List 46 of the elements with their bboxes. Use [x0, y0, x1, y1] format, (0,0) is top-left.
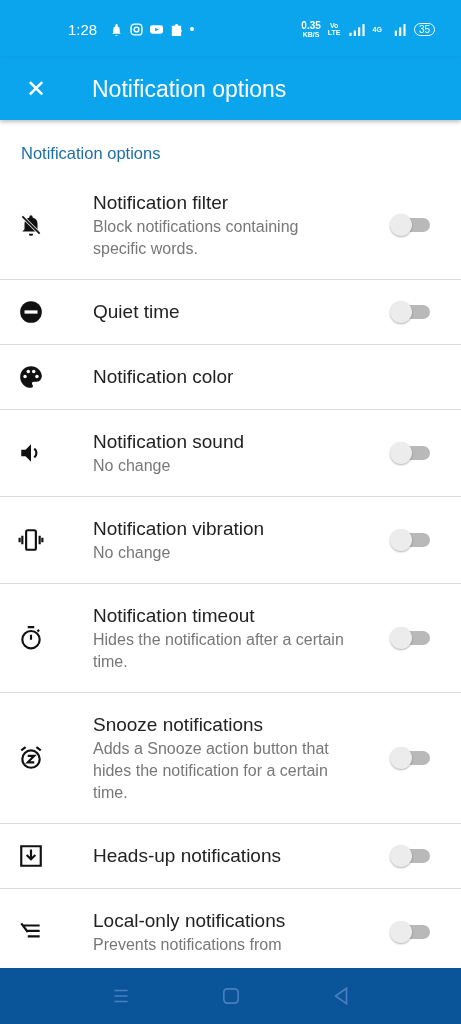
puzzle-icon: [170, 22, 184, 36]
screen-title: Notification options: [92, 75, 287, 103]
toggle-switch[interactable]: [390, 214, 430, 236]
setting-title: Notification sound: [93, 430, 246, 454]
toggle-switch[interactable]: [390, 442, 430, 464]
setting-title: Snooze notifications: [93, 713, 265, 737]
settings-row[interactable]: Snooze notifications Adds a Snooze action button that hides the notification for a certain time.: [0, 693, 461, 824]
signal-icon: [347, 22, 366, 36]
play-icon: [150, 22, 164, 36]
toggle-switch[interactable]: [390, 921, 430, 943]
settings-row[interactable]: Notification sound No change: [0, 410, 461, 497]
toggle-switch[interactable]: [390, 301, 430, 323]
setting-description: Prevents notifications from: [93, 935, 283, 955]
setting-title: Quiet time: [93, 300, 181, 324]
palette-icon: [17, 364, 44, 390]
bell-icon: [110, 22, 124, 36]
setting-description: Adds a Snooze action button that hides the notification for a certain time.: [93, 739, 330, 803]
settings-row[interactable]: Local-only notifications Prevents notifications from: [0, 889, 461, 966]
vibration-icon: [17, 527, 44, 553]
camera-icon: [130, 22, 144, 36]
toggle-switch[interactable]: [390, 747, 430, 769]
setting-title: Notification color: [93, 365, 235, 389]
dot-icon: [190, 27, 195, 31]
download-box-icon: [17, 843, 44, 869]
setting-title: Heads-up notifications: [93, 844, 282, 868]
setting-title: Notification filter: [93, 191, 230, 215]
setting-title: Notification timeout: [93, 604, 256, 628]
settings-row[interactable]: Quiet time: [0, 280, 461, 345]
minus-circle-icon: [17, 299, 44, 325]
setting-description: Block notifications containing specific words.: [93, 217, 300, 259]
setting-description: No change: [93, 456, 172, 476]
settings-row[interactable]: Notification filter Block notifications containing specific words.: [0, 171, 461, 280]
settings-row[interactable]: Notification vibration No change: [0, 497, 461, 584]
setting-title: Local-only notifications: [93, 909, 287, 933]
section-header: Notification options: [20, 143, 162, 164]
setting-description: No change: [93, 543, 172, 563]
toggle-switch[interactable]: [390, 845, 430, 867]
network-speed: 0.35: [301, 20, 321, 31]
toggle-switch[interactable]: [390, 529, 430, 551]
setting-description: Hides the notification after a certain time.: [93, 630, 345, 672]
status-time: 1:28: [68, 20, 98, 38]
toggle-switch[interactable]: [390, 627, 430, 649]
settings-row[interactable]: Notification timeout Hides the notification after a certain time.: [0, 584, 461, 693]
settings-row[interactable]: Heads-up notifications: [0, 824, 461, 889]
settings-row[interactable]: Notification color: [0, 345, 461, 410]
setting-title: Notification vibration: [93, 517, 266, 541]
